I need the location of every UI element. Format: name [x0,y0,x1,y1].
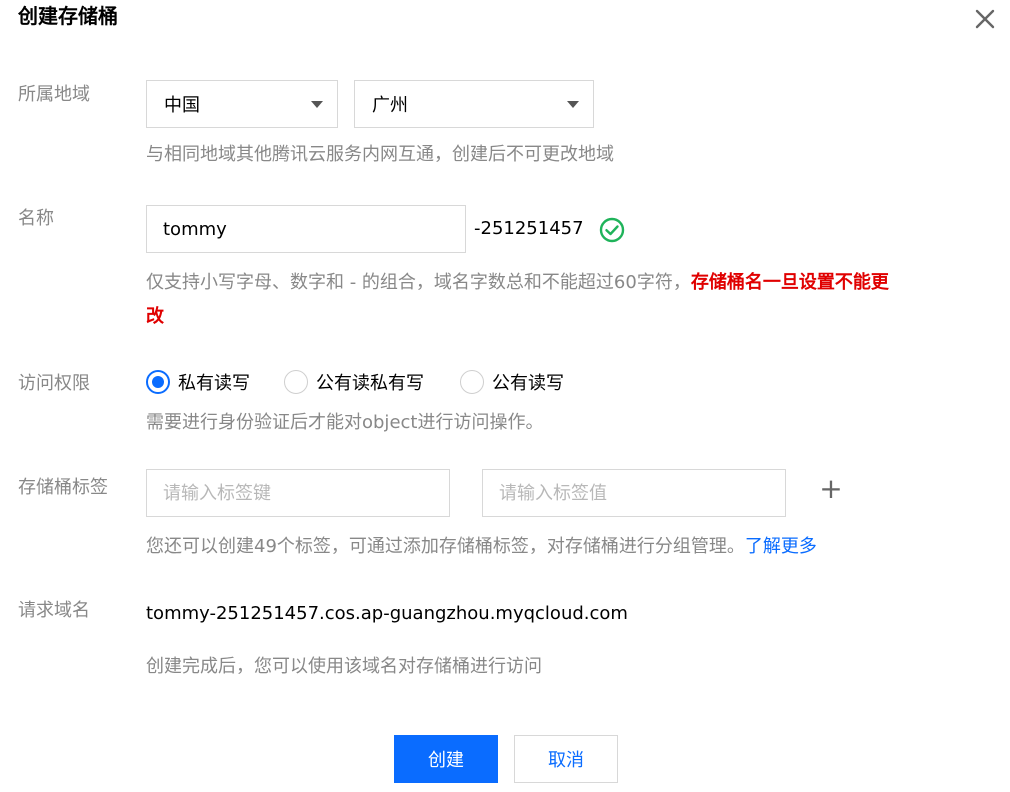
tag-key-input[interactable] [146,469,450,517]
country-select-value: 中国 [164,95,200,116]
request-domain: tommy-251251457.cos.ap-guangzhou.myqclou… [146,603,628,624]
cancel-button[interactable]: 取消 [514,735,618,783]
domain-label: 请求域名 [18,600,90,621]
name-hint-text: 仅支持小写字母、数字和 - 的组合，域名字数总和不能超过60字符， [146,272,691,293]
city-select[interactable]: 广州 [354,80,594,128]
access-hint: 需要进行身份验证后才能对object进行访问操作。 [146,412,544,433]
tags-hint-text: 您还可以创建49个标签，可通过添加存储桶标签，对存储桶进行分组管理。 [146,536,745,557]
appid-suffix: -251251457 [474,218,584,239]
name-label: 名称 [18,208,54,229]
chevron-down-icon [311,101,323,108]
chevron-down-icon [567,101,579,108]
country-select[interactable]: 中国 [146,80,338,128]
region-label: 所属地域 [18,84,90,105]
tags-hint: 您还可以创建49个标签，可通过添加存储桶标签，对存储桶进行分组管理。了解更多 [146,532,817,562]
close-icon[interactable] [972,6,998,32]
radio-checked-icon [146,370,170,394]
check-circle-icon [599,217,625,243]
name-warning-continued: 改 [146,306,164,327]
add-tag-icon[interactable]: + [818,474,844,504]
radio-label: 私有读写 [178,373,250,394]
name-hint: 仅支持小写字母、数字和 - 的组合，域名字数总和不能超过60字符，存储桶名一旦设… [146,268,889,298]
learn-more-link[interactable]: 了解更多 [745,536,817,557]
access-label: 访问权限 [18,373,90,394]
region-hint: 与相同地域其他腾讯云服务内网互通，创建后不可更改地域 [146,144,614,165]
tags-label: 存储桶标签 [18,477,108,498]
name-warning: 存储桶名一旦设置不能更 [690,272,889,293]
radio-label: 公有读私有写 [316,373,424,394]
bucket-name-input[interactable] [146,205,466,253]
radio-public-rw[interactable]: 公有读写 [460,369,564,395]
radio-unchecked-icon [460,370,484,394]
dialog-title: 创建存储桶 [18,4,118,28]
create-button[interactable]: 创建 [394,735,498,783]
domain-hint: 创建完成后，您可以使用该域名对存储桶进行访问 [146,656,542,677]
radio-private-rw[interactable]: 私有读写 [146,369,250,395]
radio-label: 公有读写 [492,373,564,394]
radio-unchecked-icon [284,370,308,394]
radio-public-r-private-w[interactable]: 公有读私有写 [284,369,424,395]
city-select-value: 广州 [372,95,408,116]
tag-value-input[interactable] [482,469,786,517]
